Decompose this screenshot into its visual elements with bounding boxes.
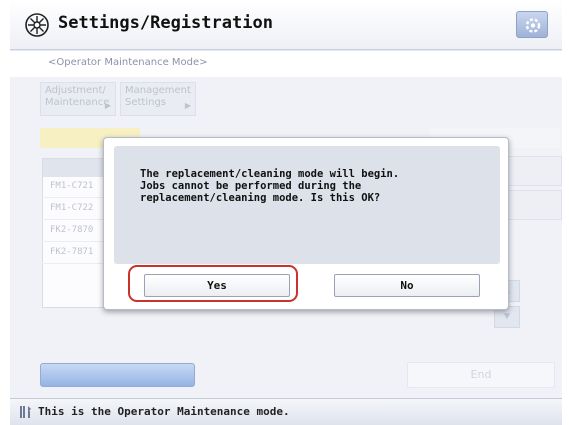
- mode-bar: <Operator Maintenance Mode>: [10, 51, 562, 77]
- status-message: This is the Operator Maintenance mode.: [38, 405, 290, 418]
- header-bar: Settings/Registration: [10, 0, 562, 50]
- no-button-label: No: [400, 279, 414, 292]
- dialog-message-box: The replacement/cleaning mode will begin…: [114, 146, 500, 264]
- screen: Settings/Registration <Operator Maintena…: [10, 0, 562, 425]
- gear-icon: [525, 18, 541, 33]
- gear-button[interactable]: [516, 11, 548, 38]
- status-bar: This is the Operator Maintenance mode.: [10, 398, 562, 425]
- no-button[interactable]: No: [334, 274, 480, 297]
- wrench-tool-icon: [20, 406, 31, 418]
- mode-text: <Operator Maintenance Mode>: [48, 57, 208, 68]
- dialog-message: The replacement/cleaning mode will begin…: [140, 168, 400, 204]
- settings-registration-icon: [25, 13, 49, 37]
- page-title: Settings/Registration: [58, 13, 273, 33]
- highlight-annotation: [128, 265, 298, 302]
